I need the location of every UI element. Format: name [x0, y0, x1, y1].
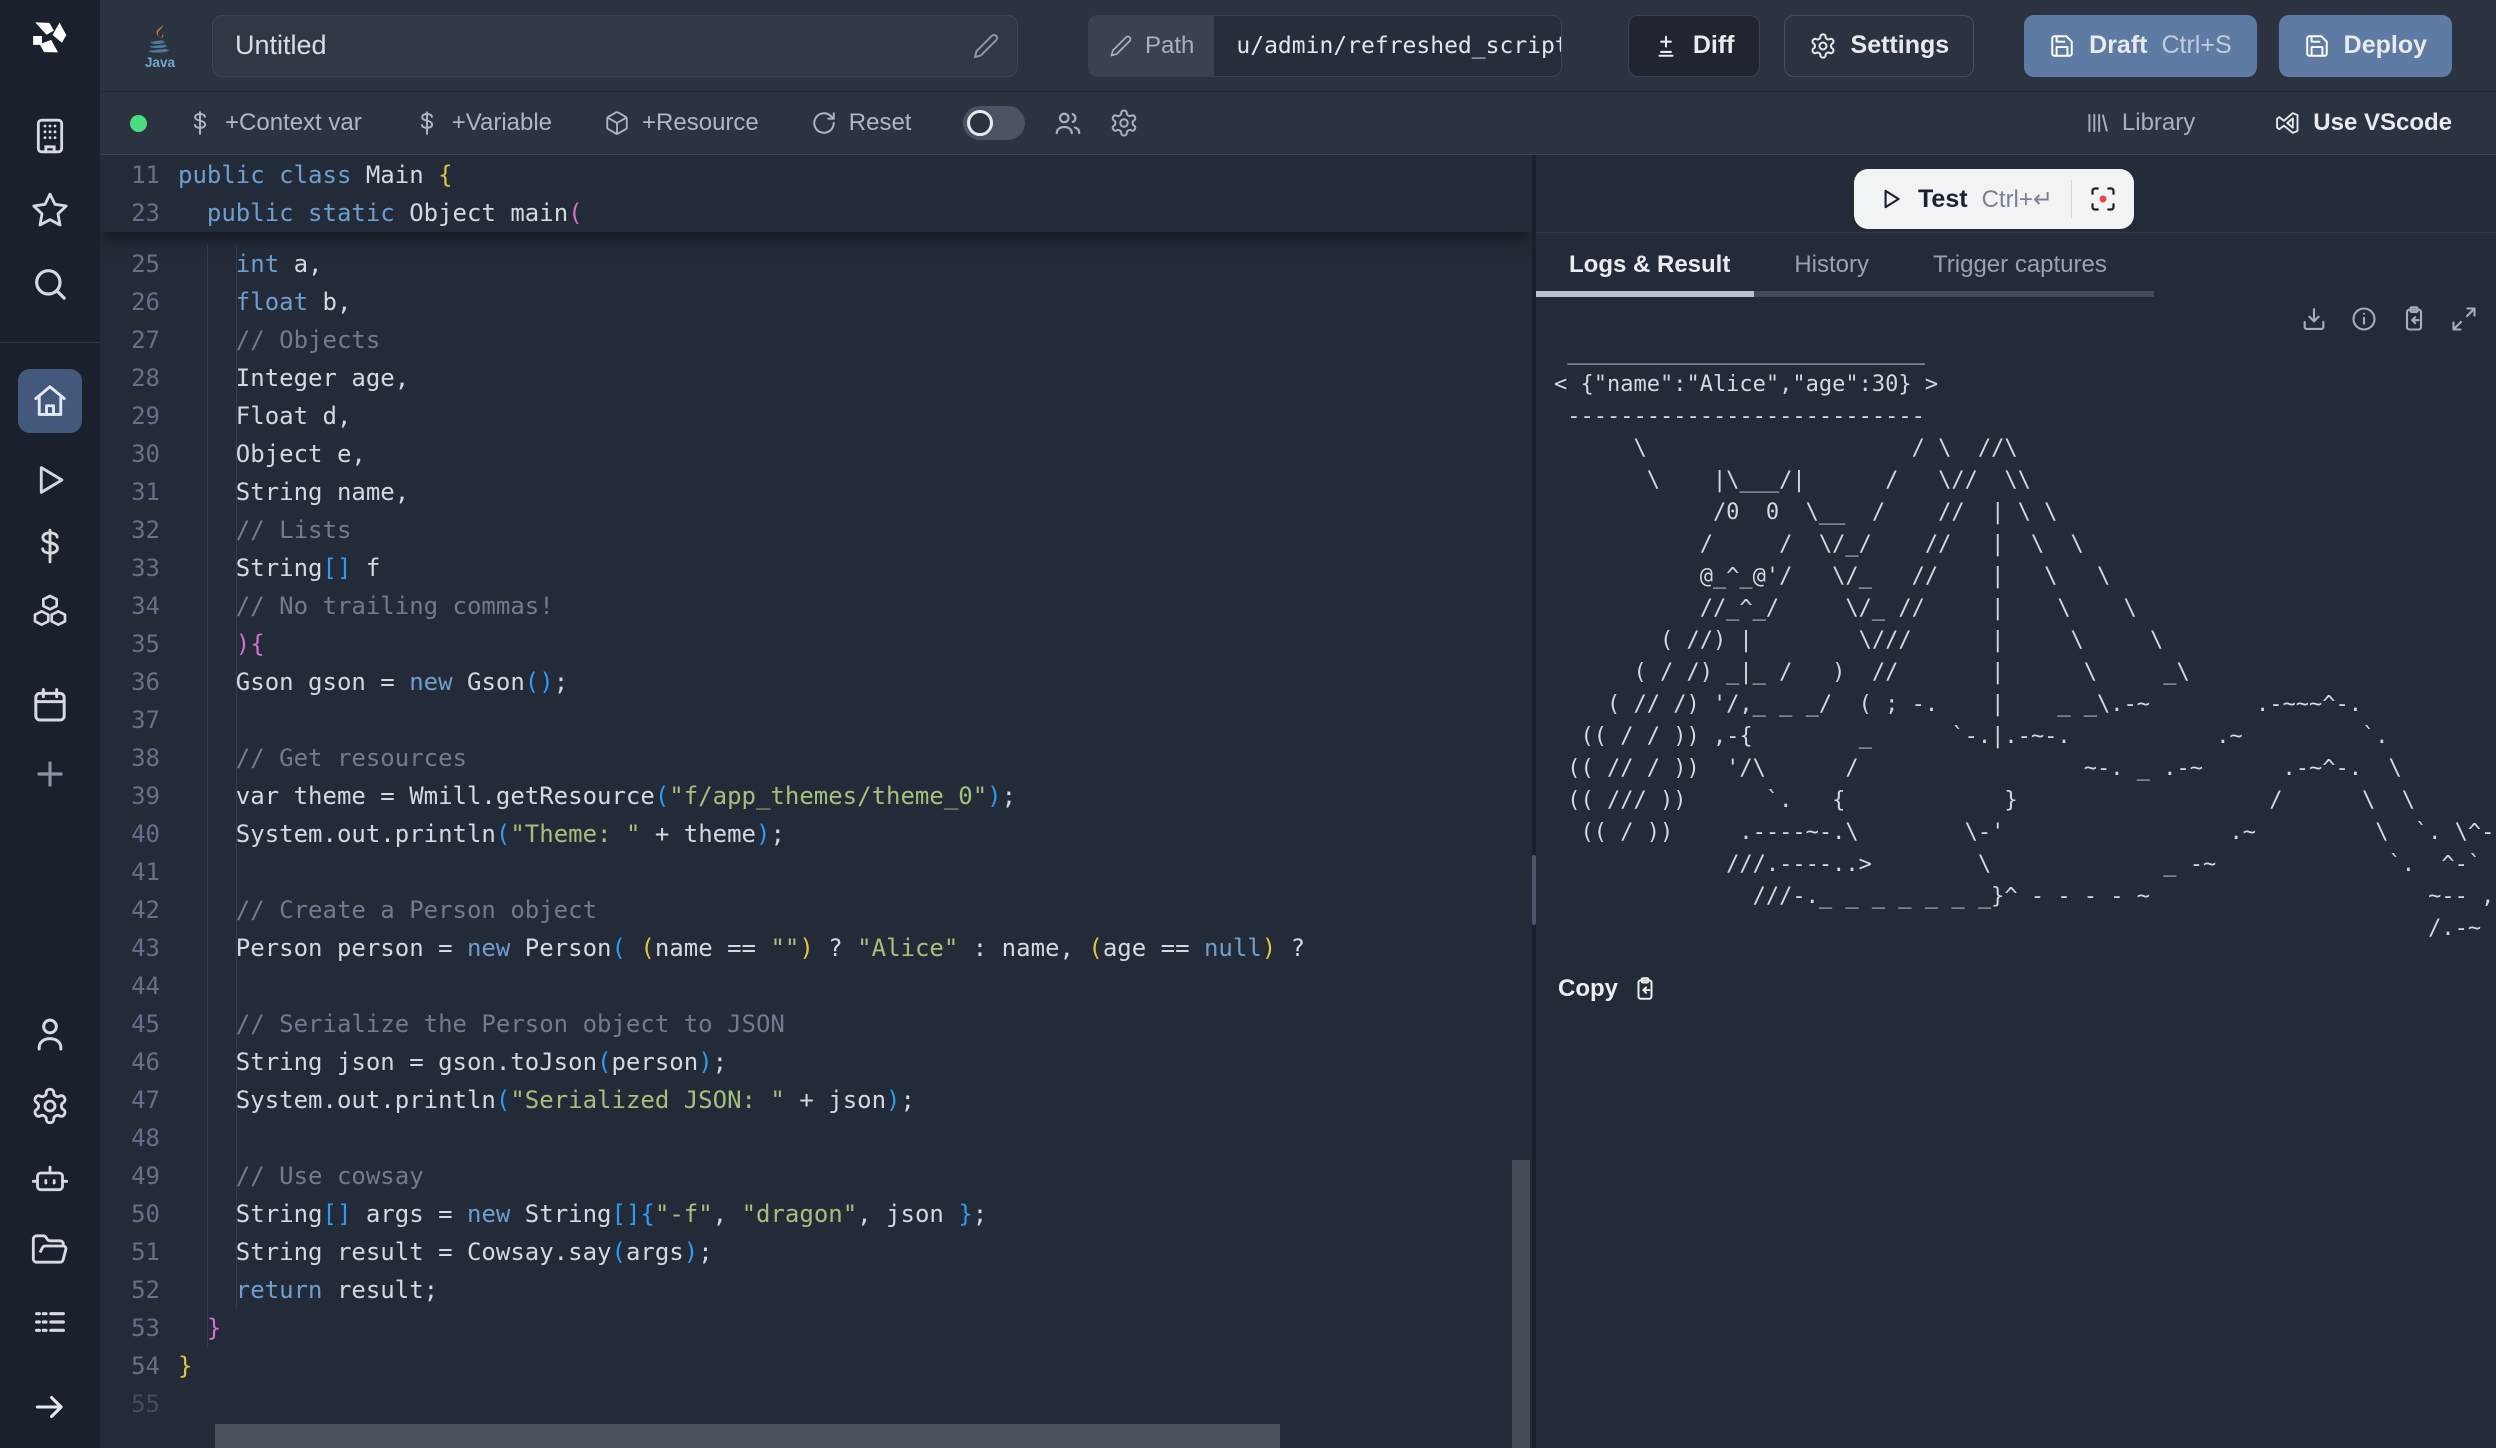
package-icon — [604, 110, 630, 136]
code-editor[interactable]: 25 int a,26 float b,27 // Objects28 Inte… — [100, 155, 1532, 1448]
editor-toolbar: +Context var +Variable +Resource Reset L… — [100, 92, 2496, 155]
path-chip[interactable]: Path u/admin/refreshed_script — [1088, 15, 1562, 77]
tab-trigger-captures[interactable]: Trigger captures — [1933, 251, 2107, 279]
sidebar-item-variables[interactable] — [31, 527, 69, 565]
sidebar-item-workers-bot[interactable] — [30, 1158, 70, 1198]
test-button[interactable]: Test Ctrl+↵ — [1854, 169, 2134, 229]
result-panel: Test Ctrl+↵ Logs & Result History Trigge… — [1536, 155, 2496, 1448]
test-row: Test Ctrl+↵ — [1536, 155, 2496, 233]
result-toolbar — [2300, 305, 2478, 333]
sidebar-divider — [0, 342, 100, 343]
sidebar-item-folders[interactable] — [30, 1230, 70, 1270]
path-value: u/admin/refreshed_script — [1214, 16, 1561, 76]
info-icon[interactable] — [2350, 305, 2378, 333]
deploy-button[interactable]: Deploy — [2279, 15, 2452, 77]
capture-record-icon[interactable] — [2072, 169, 2134, 229]
status-dot-green — [130, 115, 147, 132]
save-draft-icon — [2049, 33, 2075, 59]
resource-label: +Resource — [642, 109, 759, 137]
library-icon — [2084, 110, 2110, 136]
draft-button[interactable]: Draft Ctrl+S — [2024, 15, 2257, 77]
copy-clipboard-icon — [1632, 976, 1658, 1002]
clipboard-arrow-icon[interactable] — [2400, 305, 2428, 333]
dollar-icon — [187, 110, 213, 136]
edit-path-pencil-icon — [1109, 34, 1133, 58]
sticky-scroll-lines: 11public class Main {23 public static Ob… — [100, 155, 1532, 232]
copy-label: Copy — [1558, 975, 1618, 1003]
reset-rotate-icon — [811, 110, 837, 136]
result-tabs: Logs & Result History Trigger captures — [1536, 233, 2496, 297]
copy-result-button[interactable]: Copy — [1558, 975, 2496, 1003]
search-icon[interactable] — [30, 264, 70, 304]
svg-text:Java: Java — [145, 54, 176, 69]
vscode-icon — [2273, 109, 2301, 137]
result-body: ___________________________ < {"name":"A… — [1536, 297, 2496, 1448]
test-shortcut: Ctrl+↵ — [1982, 185, 2053, 214]
sidebar-item-groups-list[interactable] — [30, 1302, 70, 1342]
settings-label: Settings — [1851, 31, 1950, 60]
topbar: Java Path u/admin/refreshed_script Diff … — [100, 0, 2496, 92]
variable-label: +Variable — [452, 109, 552, 137]
windmill-logo[interactable] — [27, 14, 73, 60]
add-variable-button[interactable]: +Variable — [414, 109, 552, 137]
sidebar-item-user[interactable] — [30, 1014, 70, 1054]
workspace-building-icon[interactable] — [30, 116, 70, 156]
use-vscode-label: Use VScode — [2313, 109, 2452, 137]
windmill-script-editor: Java Path u/admin/refreshed_script Diff … — [0, 0, 2496, 1448]
indent-guide — [207, 245, 208, 1347]
sidebar-item-resources[interactable] — [30, 593, 70, 633]
draft-shortcut: Ctrl+S — [2161, 31, 2231, 60]
settings-gear-icon — [1809, 32, 1837, 60]
collapse-arrow-right-icon[interactable] — [31, 1388, 69, 1426]
tab-history[interactable]: History — [1794, 251, 1869, 279]
expand-icon[interactable] — [2450, 305, 2478, 333]
collaborators-users-icon[interactable] — [1053, 108, 1083, 138]
sidebar — [0, 0, 100, 1448]
use-vscode-button[interactable]: Use VScode — [2273, 109, 2452, 137]
add-plus-icon[interactable] — [31, 755, 69, 793]
add-resource-button[interactable]: +Resource — [604, 109, 759, 137]
path-label: Path — [1145, 32, 1194, 60]
code-lines: 25 int a,26 float b,27 // Objects28 Inte… — [100, 245, 1532, 1423]
sidebar-item-home[interactable] — [18, 369, 82, 433]
vertical-scrollbar[interactable] — [1512, 1160, 1530, 1448]
schedules-calendar-icon[interactable] — [30, 685, 70, 725]
edit-title-pencil-icon[interactable] — [972, 32, 1000, 60]
draft-label: Draft — [2089, 31, 2147, 60]
script-title-wrap — [180, 15, 1018, 77]
play-icon — [1878, 186, 1904, 212]
add-context-var-button[interactable]: +Context var — [187, 109, 362, 137]
path-label-segment: Path — [1089, 16, 1214, 76]
diff-plus-minus-icon — [1653, 33, 1679, 59]
editor-settings-gear-icon[interactable] — [1109, 108, 1139, 138]
sidebar-item-runs[interactable] — [31, 461, 69, 499]
reset-label: Reset — [849, 109, 912, 137]
horizontal-scrollbar[interactable] — [215, 1424, 1280, 1448]
download-icon[interactable] — [2300, 305, 2328, 333]
diff-label: Diff — [1693, 31, 1735, 60]
test-label: Test — [1918, 185, 1968, 214]
sidebar-item-settings[interactable] — [30, 1086, 70, 1126]
context-var-label: +Context var — [225, 109, 362, 137]
tab-logs-result[interactable]: Logs & Result — [1569, 251, 1730, 279]
settings-button[interactable]: Settings — [1784, 15, 1975, 77]
java-language-icon: Java — [140, 22, 180, 70]
dollar-icon — [414, 110, 440, 136]
library-label: Library — [2122, 109, 2195, 137]
reset-button[interactable]: Reset — [811, 109, 912, 137]
script-title-input[interactable] — [212, 15, 1018, 77]
save-deploy-icon — [2304, 33, 2330, 59]
diff-button[interactable]: Diff — [1628, 15, 1760, 77]
deploy-label: Deploy — [2344, 31, 2427, 60]
indent-guide — [236, 245, 237, 1309]
result-output: ___________________________ < {"name":"A… — [1554, 337, 2496, 945]
library-button[interactable]: Library — [2084, 109, 2195, 137]
diff-mode-toggle[interactable] — [963, 106, 1025, 140]
toggle-knob — [967, 110, 993, 136]
favorites-star-icon[interactable] — [30, 190, 70, 230]
